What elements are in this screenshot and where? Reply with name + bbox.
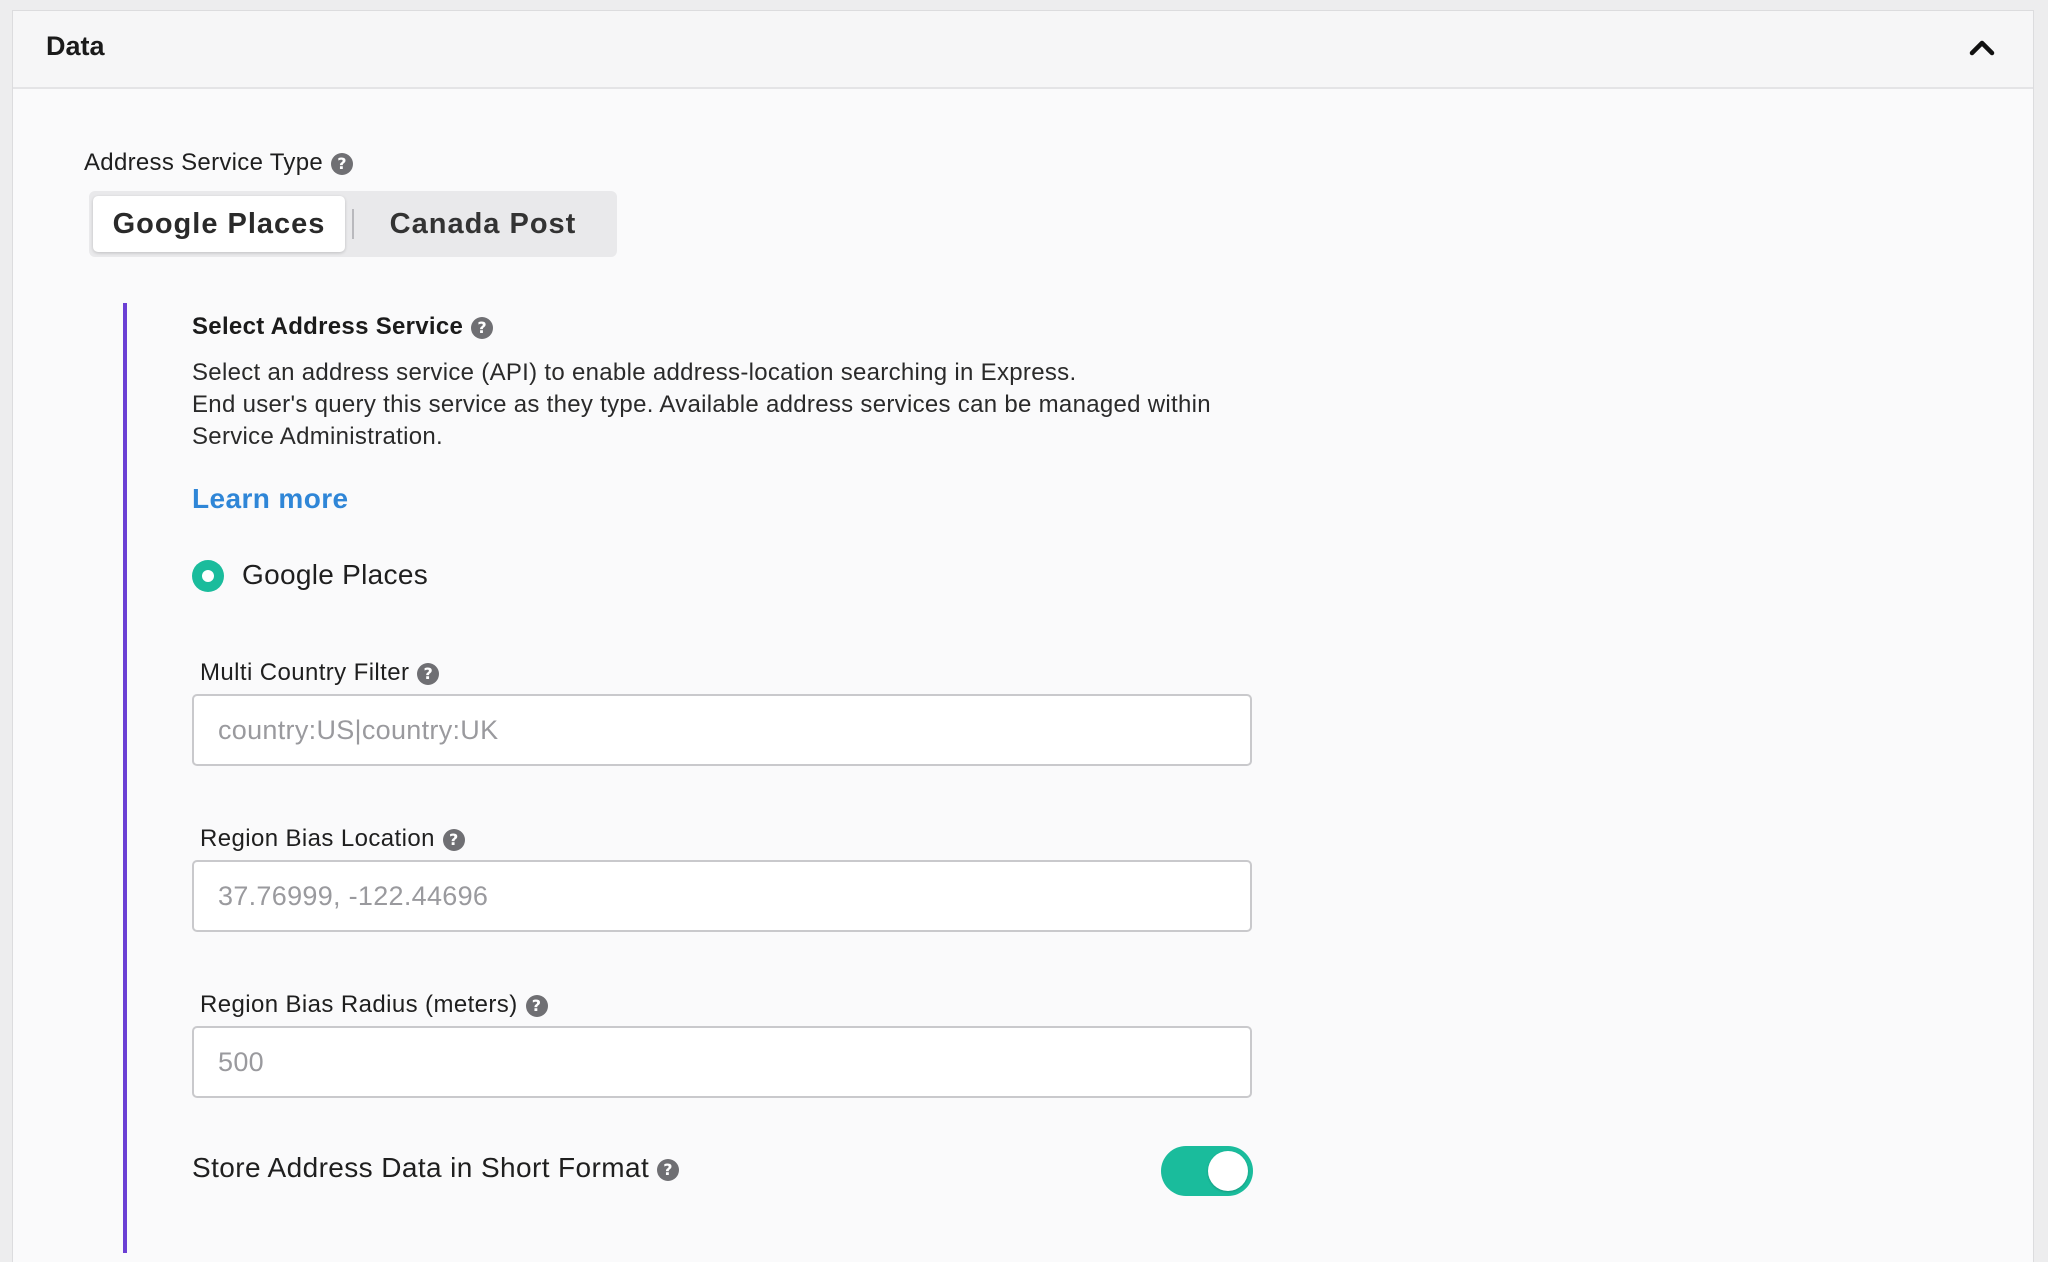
segment-canada-post[interactable]: Canada Post [353,196,613,252]
segment-google-places[interactable]: Google Places [93,196,345,252]
radio-button-selected[interactable] [192,560,224,592]
region-bias-radius-input[interactable] [192,1026,1252,1098]
help-icon[interactable]: ? [525,994,548,1017]
select-address-service-description: Select an address service (API) to enabl… [192,359,1211,450]
short-format-label: Store Address Data in Short Format? [192,1152,680,1184]
region-bias-location-input[interactable] [192,860,1252,932]
section-indicator-bar [123,303,127,1253]
help-icon[interactable]: ? [471,316,494,339]
panel-header[interactable]: Data [13,11,2033,89]
help-icon[interactable]: ? [417,662,440,685]
address-service-type-label: Address Service Type? [84,149,354,177]
region-bias-radius-label: Region Bias Radius (meters)? [200,991,548,1019]
short-format-toggle[interactable] [1161,1146,1253,1196]
region-bias-location-label: Region Bias Location? [200,825,465,853]
address-service-type-selector: Google Places Canada Post [89,191,617,257]
help-icon[interactable]: ? [442,828,465,851]
toggle-knob [1208,1151,1248,1191]
chevron-up-icon[interactable] [1967,33,1997,63]
radio-label: Google Places [242,559,429,590]
panel-title: Data [46,31,105,61]
help-icon[interactable]: ? [331,152,354,175]
select-address-service-title: Select Address Service? [192,313,494,341]
multi-country-filter-label: Multi Country Filter? [200,659,440,687]
learn-more-link[interactable]: Learn more [192,483,349,515]
multi-country-filter-input[interactable] [192,694,1252,766]
help-icon[interactable]: ? [657,1158,680,1181]
data-panel: Data Address Service Type? Google Places… [12,10,2034,1262]
